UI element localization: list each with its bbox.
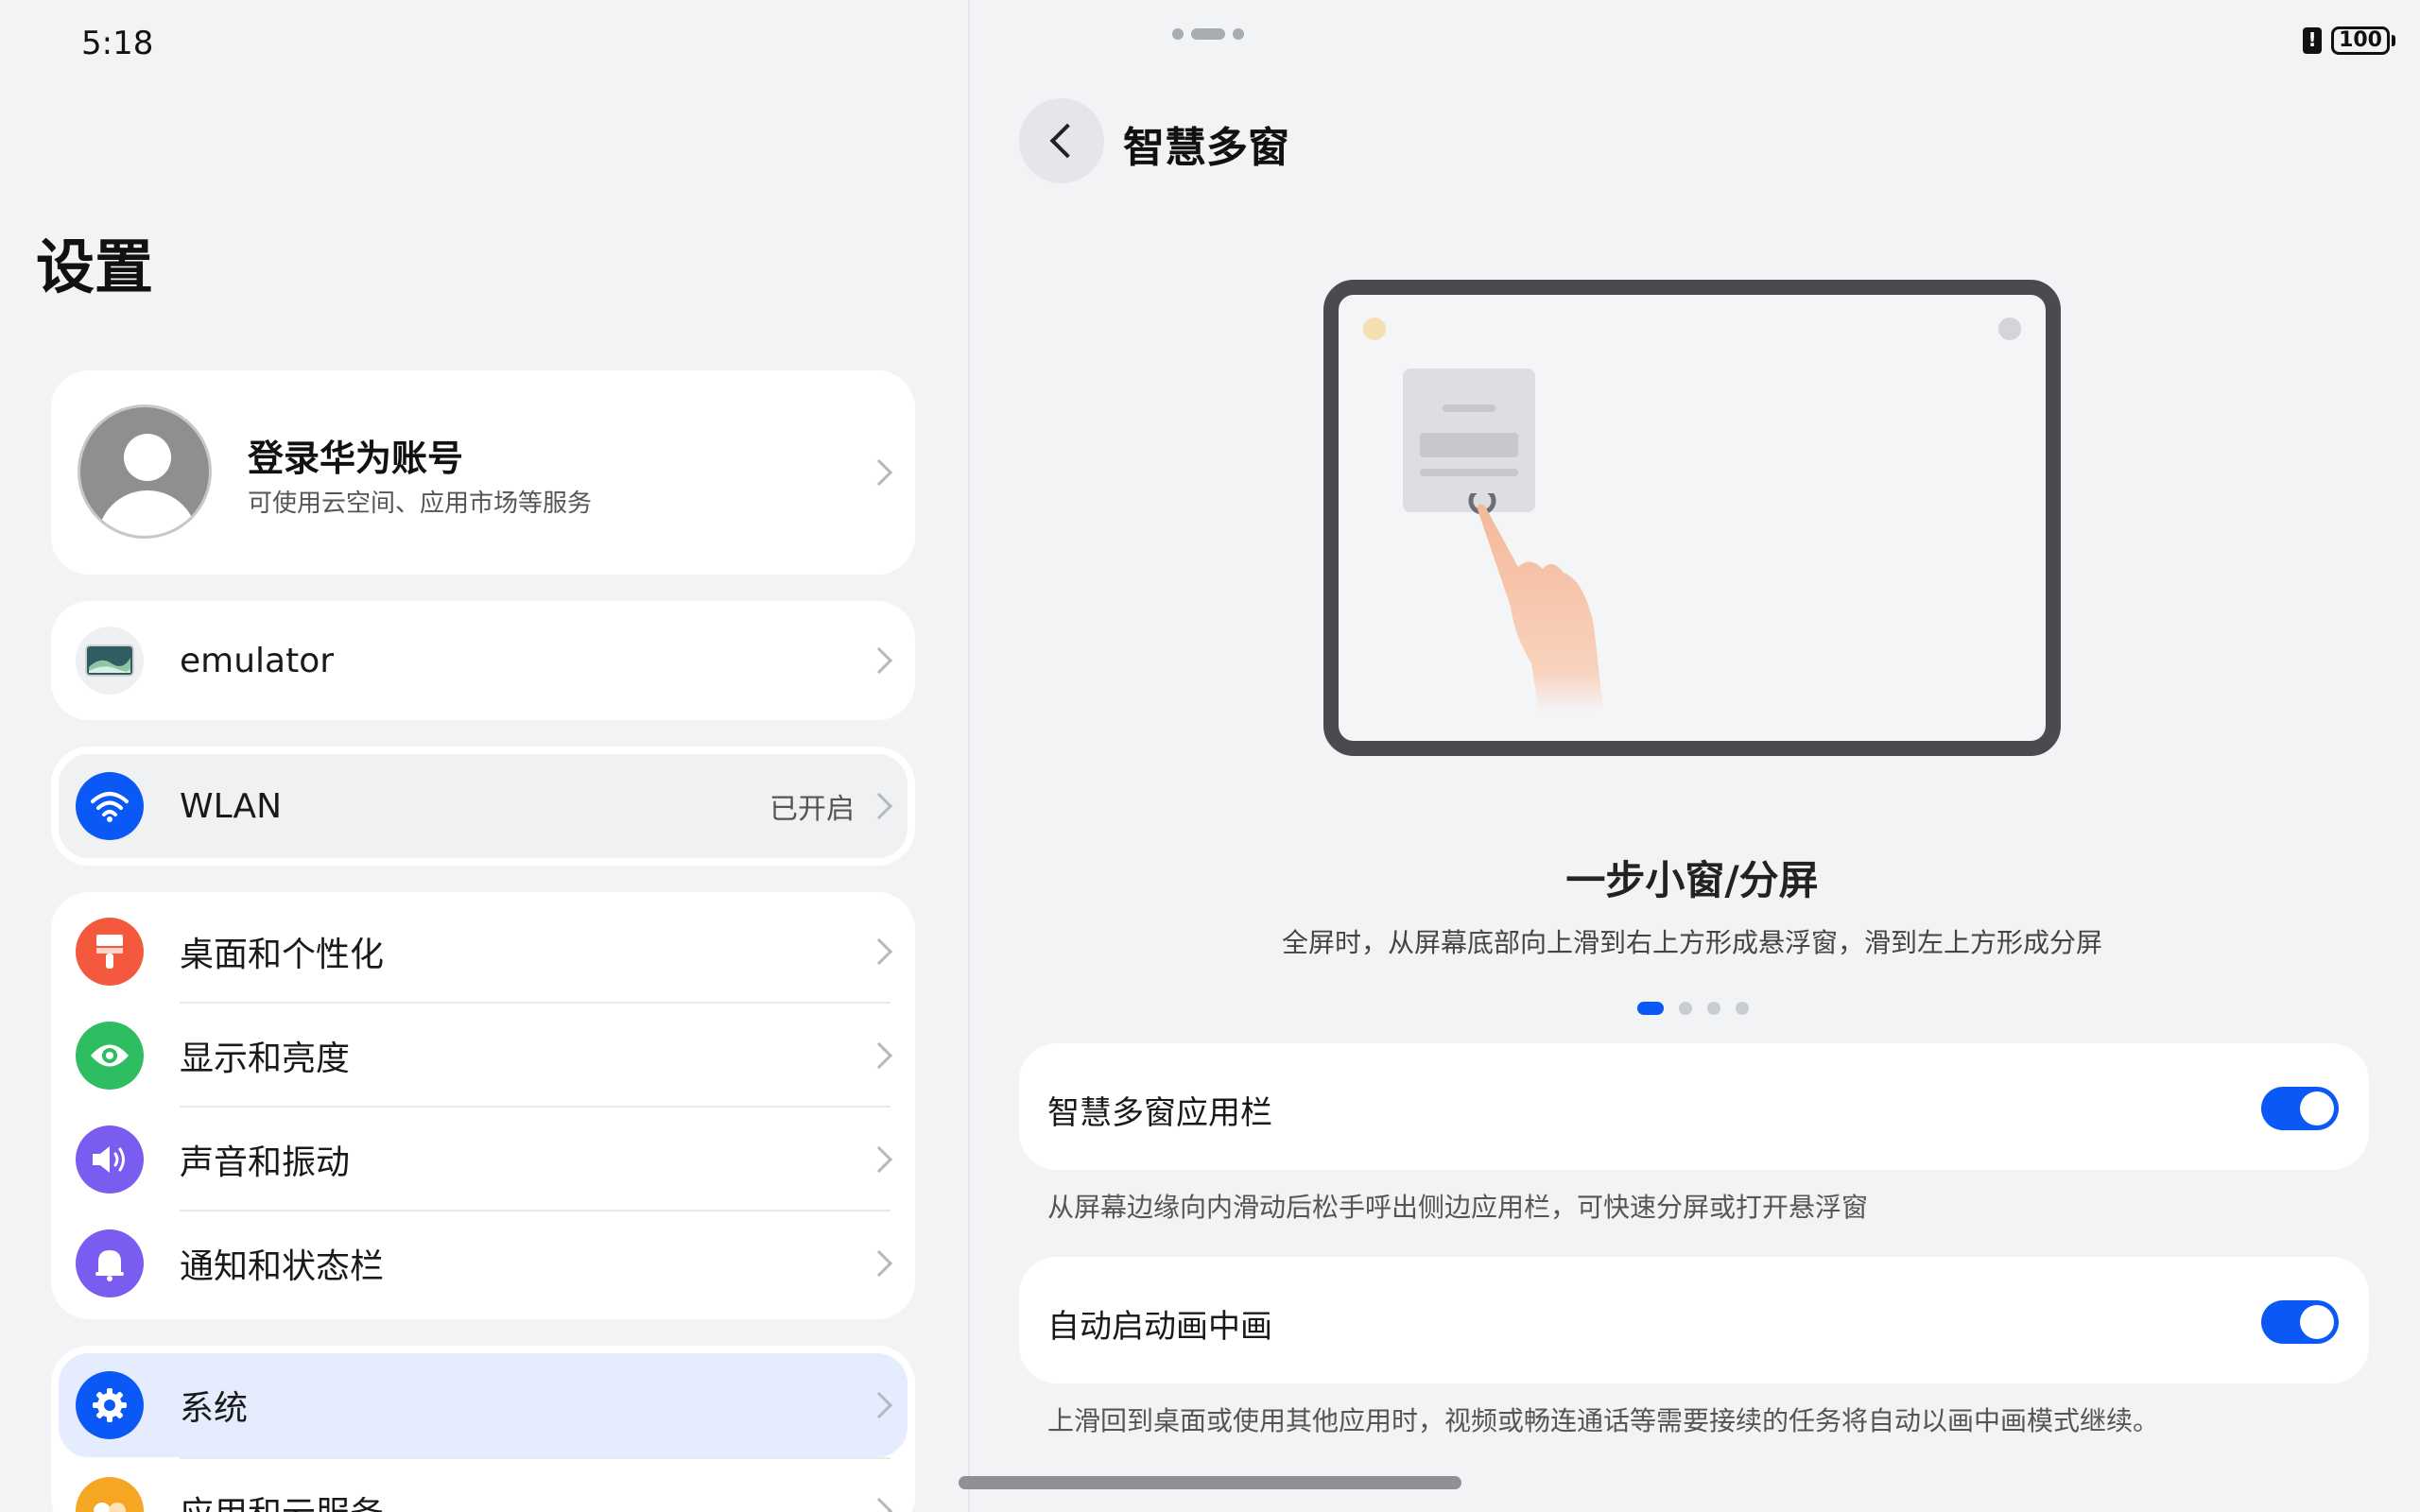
battery-alert-icon xyxy=(2303,27,2323,54)
speaker-icon xyxy=(76,1125,144,1194)
personalization-group: 桌面和个性化 显示和亮度 声音和振动 通知和状态栏 xyxy=(51,892,915,1319)
hand-gesture-icon xyxy=(1468,493,1603,713)
pip-toggle[interactable] xyxy=(2261,1300,2339,1344)
chevron-right-icon xyxy=(865,792,893,820)
setting-smart-window-dock[interactable]: 智慧多窗应用栏 xyxy=(1019,1043,2369,1170)
page-title: 设置 xyxy=(36,232,154,301)
settings-item-label: 显示和亮度 xyxy=(180,1040,351,1078)
dock-toggle[interactable] xyxy=(2261,1087,2339,1130)
setting-label: 自动启动画中画 xyxy=(1047,1308,1272,1346)
back-button[interactable] xyxy=(1019,98,1104,183)
settings-list-pane: 设置 登录华为账号 可使用云空间、应用市场等服务 emulator WLAN 已… xyxy=(0,0,968,1512)
gear-icon xyxy=(76,1371,144,1439)
pager-dot[interactable] xyxy=(1679,1002,1692,1015)
chevron-right-icon xyxy=(865,1041,893,1070)
wlan-card[interactable]: WLAN 已开启 xyxy=(51,747,915,866)
setting-description: 从屏幕边缘向内滑动后松手呼出侧边应用栏，可快速分屏或打开悬浮窗 xyxy=(1047,1192,1869,1223)
floating-window-illustration xyxy=(1403,369,1535,512)
apps-icon xyxy=(76,1477,144,1512)
feature-title: 一步小窗/分屏 xyxy=(1565,857,1819,903)
device-name: emulator xyxy=(180,641,335,680)
settings-item-label: 桌面和个性化 xyxy=(180,936,385,974)
bell-icon xyxy=(76,1229,144,1297)
setting-description: 上滑回到桌面或使用其他应用时，视频或畅连通话等需要接续的任务将自动以画中画模式继… xyxy=(1047,1405,2160,1436)
battery-level: 100 xyxy=(2339,28,2382,52)
settings-item-system[interactable]: 系统 xyxy=(59,1353,908,1457)
chevron-right-icon xyxy=(865,937,893,966)
chevron-right-icon xyxy=(865,646,893,675)
pager-dot[interactable] xyxy=(1736,1002,1749,1015)
chevron-right-icon xyxy=(865,1391,893,1419)
chevron-right-icon xyxy=(865,1145,893,1174)
settings-item-sound[interactable]: 声音和振动 xyxy=(51,1108,915,1211)
chevron-right-icon xyxy=(865,1249,893,1278)
device-card[interactable]: emulator xyxy=(51,601,915,720)
status-icons: 100 xyxy=(2303,26,2395,55)
home-indicator[interactable] xyxy=(959,1476,1461,1489)
feature-description: 全屏时，从屏幕底部向上滑到右上方形成悬浮窗，滑到左上方形成分屏 xyxy=(1281,927,2102,958)
carousel-pager[interactable] xyxy=(1637,1002,1749,1015)
chevron-right-icon xyxy=(865,1497,893,1512)
pane-divider xyxy=(968,0,970,1512)
settings-item-desktop[interactable]: 桌面和个性化 xyxy=(51,900,915,1004)
settings-item-label: 应用和云服务 xyxy=(180,1486,384,1512)
brush-icon xyxy=(76,918,144,986)
avatar-icon xyxy=(78,404,212,539)
setting-label: 智慧多窗应用栏 xyxy=(1047,1094,1272,1132)
wifi-icon xyxy=(76,772,144,840)
settings-item-notifications[interactable]: 通知和状态栏 xyxy=(51,1211,915,1315)
settings-item-label: 通知和状态栏 xyxy=(180,1247,385,1286)
settings-item-label: 声音和振动 xyxy=(180,1143,351,1182)
pager-dot[interactable] xyxy=(1707,1002,1720,1015)
feature-illustration xyxy=(1323,280,2061,756)
pager-dot-active[interactable] xyxy=(1637,1002,1664,1015)
device-thumbnail-icon xyxy=(76,627,144,695)
system-group: 系统 应用和云服务 xyxy=(51,1346,915,1512)
settings-item-apps[interactable]: 应用和云服务 xyxy=(51,1459,915,1512)
account-subtitle: 可使用云空间、应用市场等服务 xyxy=(248,490,593,518)
wlan-label: WLAN xyxy=(180,786,283,826)
battery-icon: 100 xyxy=(2331,26,2395,55)
chevron-right-icon xyxy=(865,458,893,487)
wlan-status: 已开启 xyxy=(769,793,855,826)
account-card[interactable]: 登录华为账号 可使用云空间、应用市场等服务 xyxy=(51,370,915,575)
detail-title: 智慧多窗 xyxy=(1123,124,1289,172)
window-drag-handle[interactable] xyxy=(1172,28,1244,40)
account-title: 登录华为账号 xyxy=(248,438,464,479)
eye-icon xyxy=(76,1022,144,1090)
setting-auto-pip[interactable]: 自动启动画中画 xyxy=(1019,1257,2369,1383)
settings-item-label: 系统 xyxy=(180,1389,249,1428)
settings-item-display[interactable]: 显示和亮度 xyxy=(51,1004,915,1108)
